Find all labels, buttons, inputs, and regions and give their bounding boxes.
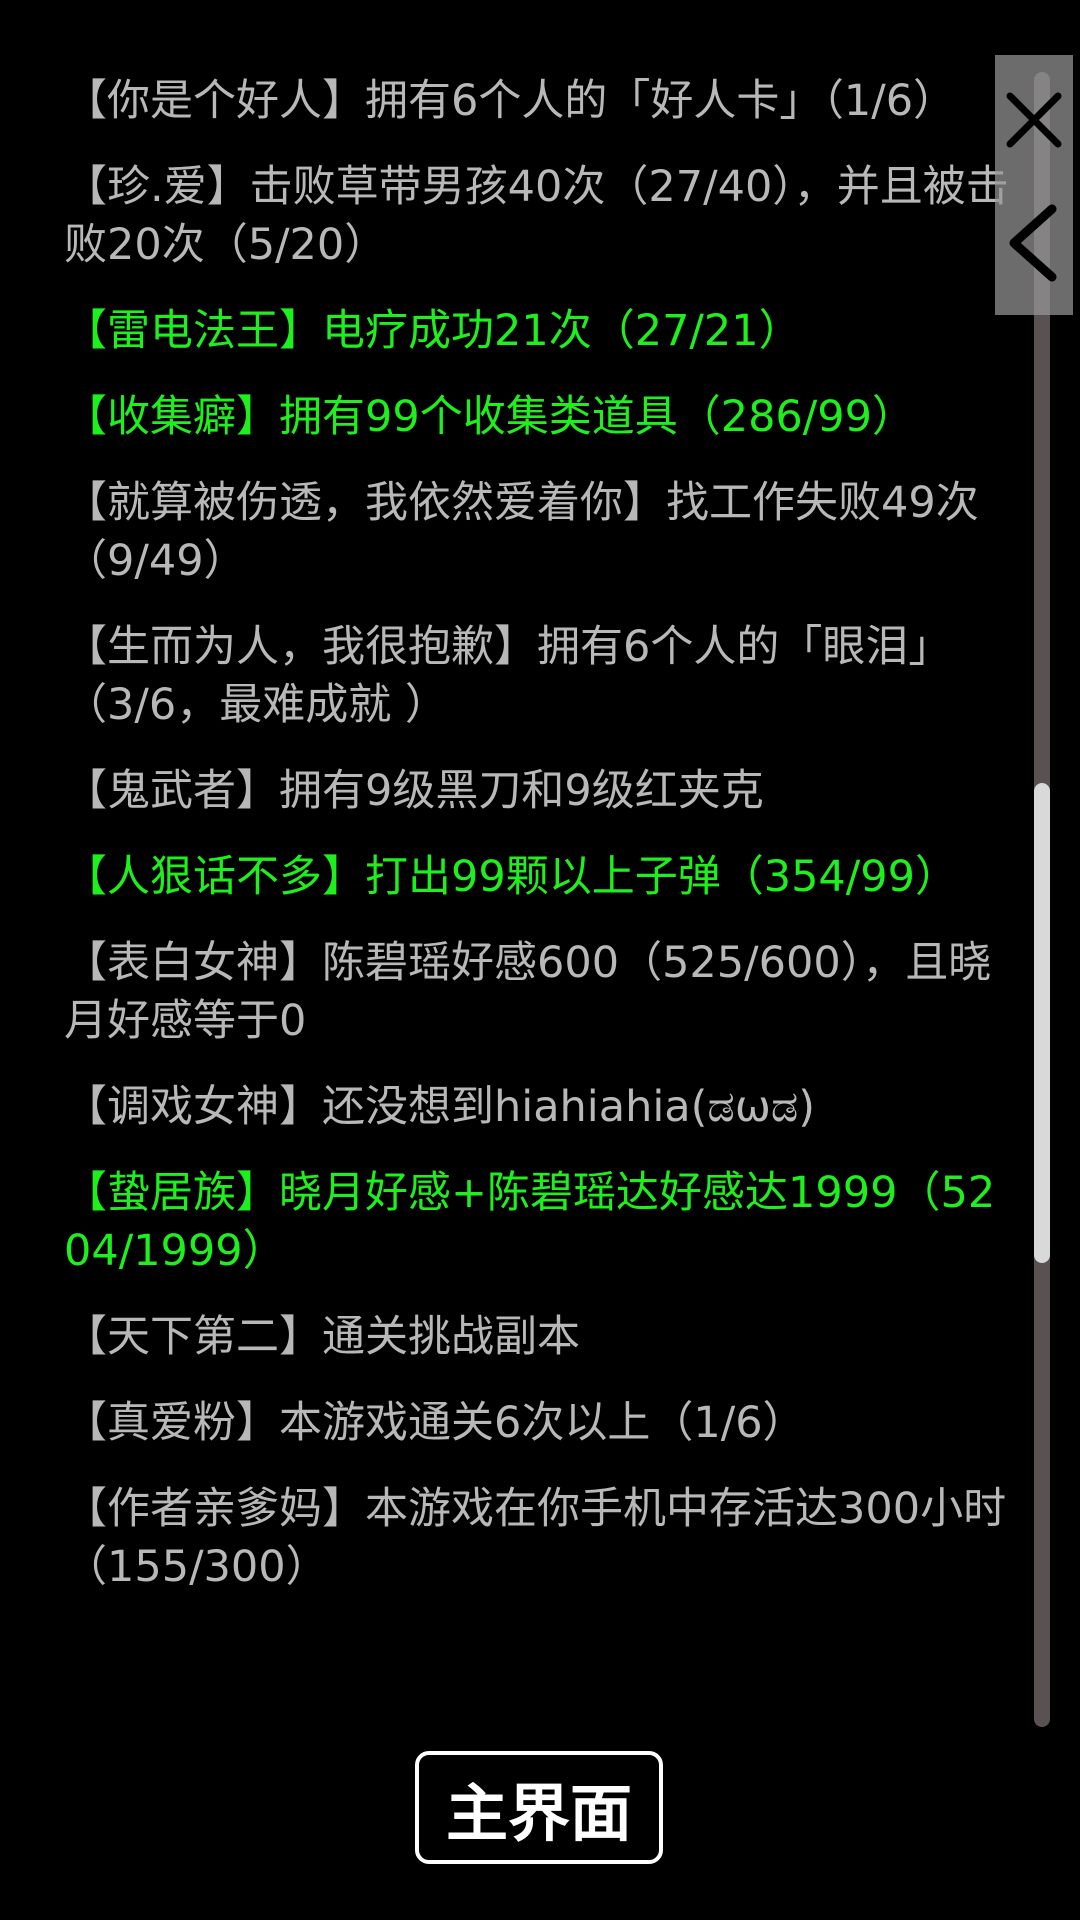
achievement-item-13: 【作者亲爹妈】本游戏在你手机中存活达300小时（155/300） [64,1484,1007,1592]
close-icon [1006,92,1062,148]
achievement-item-8: 【表白女神】陈碧瑶好感600（525/600），且晓月好感等于0 [64,938,992,1046]
side-control-panel [995,55,1073,315]
close-button[interactable] [995,60,1073,180]
main-menu-button[interactable]: 主界面 [415,1751,663,1864]
achievement-item-6: 【鬼武者】拥有9级黑刀和9级红夹克 [64,766,764,816]
scrollbar-thumb[interactable] [1034,783,1050,1263]
achievement-list: 【你是个好人】拥有6个人的「好人卡」（1/6） 【珍.爱】击败草带男孩40次（2… [64,72,1014,1624]
back-button[interactable] [995,183,1073,303]
achievement-item-0: 【你是个好人】拥有6个人的「好人卡」（1/6） [64,76,957,126]
achievement-item-7: 【人狠话不多】打出99颗以上子弹（354/99） [64,852,958,902]
chevron-left-icon [1009,204,1057,282]
achievement-item-10: 【蛰居族】晓月好感+陈碧瑶达好感达1999（5204/1999） [64,1168,996,1276]
achievement-item-11: 【天下第二】通关挑战副本 [64,1312,580,1362]
achievement-item-4: 【就算被伤透，我依然爱着你】找工作失败49次（9/49） [64,478,979,586]
achievement-item-5: 【生而为人，我很抱歉】拥有6个人的「眼泪」（3/6，最难成就 ） [64,622,952,730]
achievement-item-12: 【真爱粉】本游戏通关6次以上（1/6） [64,1398,806,1448]
achievement-item-9: 【调戏女神】还没想到hiahiahia(ಡωಡ) [64,1082,815,1132]
achievement-item-1: 【珍.爱】击败草带男孩40次（27/40），并且被击败20次（5/20） [64,162,1009,270]
achievement-item-2: 【雷电法王】电疗成功21次（27/21） [64,306,802,356]
achievement-item-3: 【收集癖】拥有99个收集类道具（286/99） [64,392,915,442]
